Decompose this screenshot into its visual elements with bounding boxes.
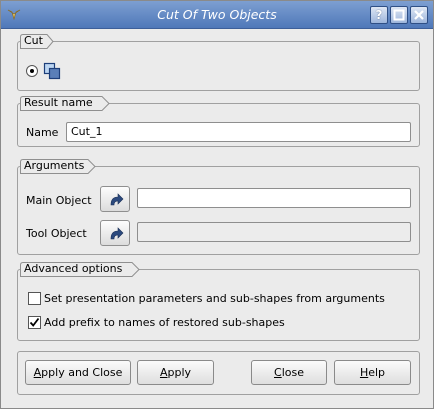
arguments-group: Arguments Main Object Tool Object (17, 159, 420, 255)
boolean-cut-icon (43, 62, 61, 80)
close-button[interactable]: Close (251, 360, 327, 385)
dialog-window: Cut Of Two Objects ? Cut Result name Nam… (0, 0, 434, 409)
tool-object-field[interactable] (137, 222, 411, 242)
help-title-button[interactable]: ? (370, 6, 388, 24)
question-icon: ? (375, 8, 383, 22)
maximize-title-button[interactable] (390, 6, 408, 24)
maximize-icon (393, 9, 405, 21)
tool-object-label: Tool Object (26, 227, 87, 240)
cut-group: Cut (17, 34, 420, 91)
checkmark-icon (29, 317, 40, 327)
cut-group-title: Cut (20, 34, 54, 49)
arguments-group-title: Arguments (20, 159, 96, 174)
main-object-label: Main Object (26, 194, 92, 207)
advanced-options-group: Advanced options Set presentation parame… (17, 262, 420, 341)
name-label: Name (26, 126, 59, 139)
result-name-group: Result name Name Cut_1 (17, 96, 420, 147)
add-prefix-checkbox[interactable] (28, 316, 41, 329)
apply-button[interactable]: Apply (137, 360, 214, 385)
result-name-group-title: Result name (20, 96, 110, 111)
cut-operation-radio[interactable] (26, 65, 38, 77)
arrow-select-icon (110, 227, 124, 240)
apply-and-close-button[interactable]: Apply and Close (25, 360, 131, 385)
help-button[interactable]: Help (334, 360, 411, 385)
main-object-field[interactable] (137, 188, 411, 208)
window-title: Cut Of Two Objects (157, 7, 277, 22)
name-input[interactable]: Cut_1 (66, 122, 411, 142)
main-object-select-button[interactable] (100, 186, 130, 212)
arrow-select-icon (110, 193, 124, 206)
set-presentation-label[interactable]: Set presentation parameters and sub-shap… (44, 292, 385, 305)
title-bar[interactable]: Cut Of Two Objects ? (1, 1, 433, 29)
advanced-options-group-title: Advanced options (20, 262, 140, 277)
close-icon (414, 10, 424, 20)
close-title-button[interactable] (410, 6, 428, 24)
add-prefix-label[interactable]: Add prefix to names of restored sub-shap… (44, 316, 285, 329)
set-presentation-checkbox[interactable] (28, 292, 41, 305)
tool-object-select-button[interactable] (100, 220, 130, 246)
